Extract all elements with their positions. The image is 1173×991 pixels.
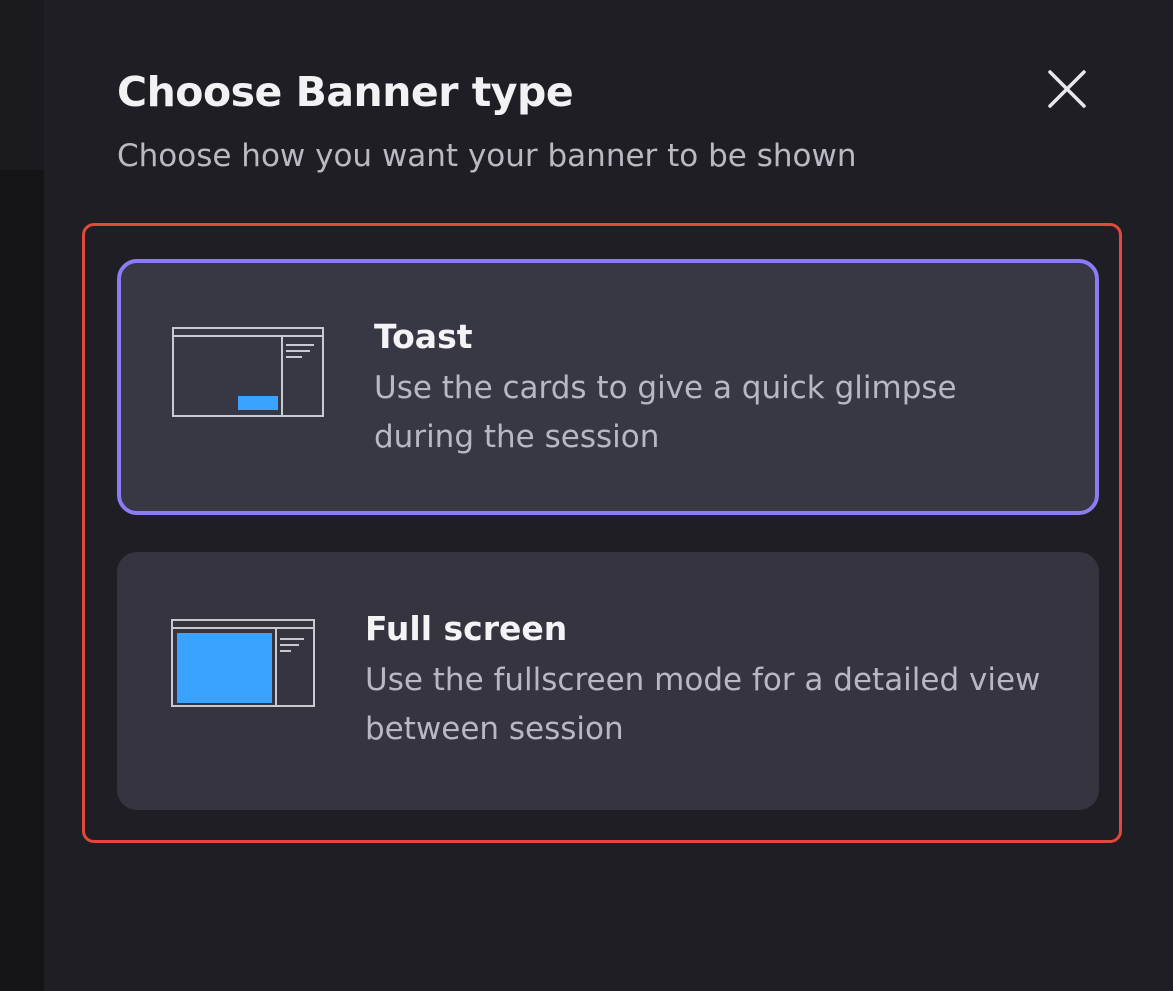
option-card-fullscreen[interactable]: Full screen Use the fullscreen mode for … (117, 552, 1099, 810)
toast-layout-icon (172, 327, 324, 417)
close-button[interactable] (1042, 66, 1090, 114)
option-card-toast[interactable]: Toast Use the cards to give a quick glim… (117, 259, 1099, 515)
fullscreen-layout-icon (171, 619, 315, 707)
option-title: Toast (374, 317, 473, 356)
dialog-subtitle: Choose how you want your banner to be sh… (117, 138, 857, 174)
dialog-title: Choose Banner type (117, 68, 574, 116)
option-title: Full screen (365, 609, 568, 648)
background-app-region (0, 0, 44, 170)
option-description: Use the cards to give a quick glimpse du… (374, 370, 957, 455)
banner-type-dialog: Choose Banner type Choose how you want y… (44, 0, 1173, 991)
option-description: Use the fullscreen mode for a detailed v… (365, 662, 1041, 747)
close-icon (1048, 70, 1086, 108)
